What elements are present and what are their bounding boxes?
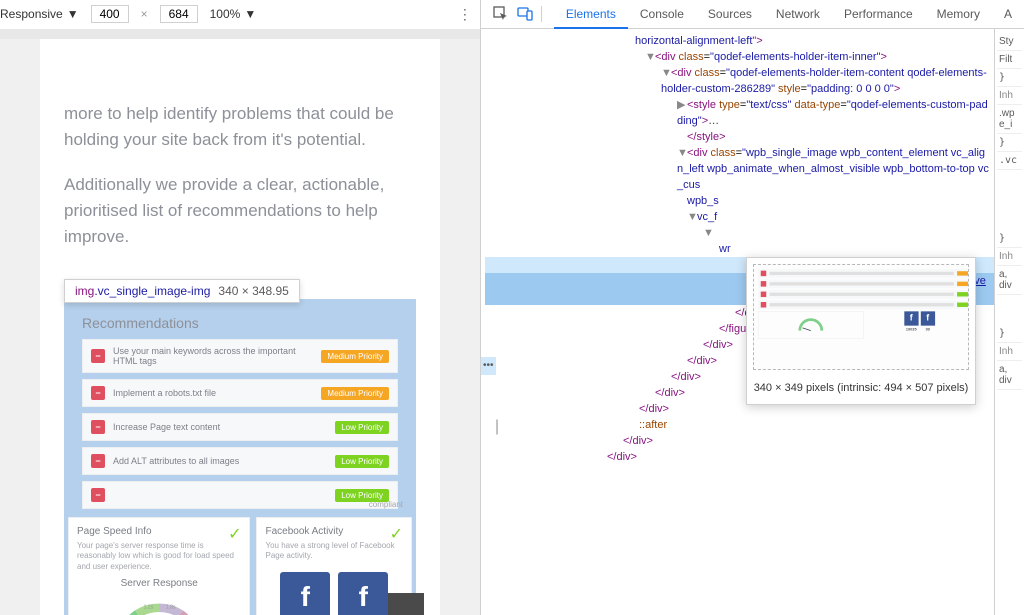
styles-panel[interactable]: Sty Filt } Inh .wpe_i } .vc } Inh a,div … [994, 29, 1024, 615]
more-options-icon[interactable]: ⋮ [458, 6, 470, 23]
breakpoint-gutter-icon[interactable]: ••• [481, 357, 496, 375]
minus-icon: − [91, 488, 105, 502]
chevron-down-icon: ▼ [244, 7, 256, 21]
page-body-text: more to help identify problems that coul… [64, 101, 416, 251]
device-select[interactable]: Responsive ▼ [0, 7, 79, 21]
tab-elements[interactable]: Elements [554, 0, 628, 29]
page-speed-card: ✓ Page Speed Info Your page's server res… [68, 517, 250, 615]
dimension-separator: × [141, 7, 148, 21]
devtools-tabs: Elements Console Sources Network Perform… [554, 0, 1024, 29]
minus-icon: − [91, 420, 105, 434]
divider [541, 6, 542, 22]
devtools-panel: ••• horizontal-alignment-left"> ▼<div cl… [480, 29, 1024, 615]
viewport-width-input[interactable] [91, 5, 129, 23]
viewport-ruler [0, 29, 480, 39]
tab-network[interactable]: Network [764, 0, 832, 29]
tab-sources[interactable]: Sources [696, 0, 764, 29]
device-toolbar: Responsive ▼ × 100% ▼ ⋮ [0, 0, 480, 29]
recommendations-heading: Recommendations [64, 299, 416, 339]
image-thumbnail: f19035 f99 [753, 264, 969, 370]
facebook-icon: f [338, 572, 388, 615]
page-frame: more to help identify problems that coul… [40, 39, 440, 615]
devtools-toolbar: Elements Console Sources Network Perform… [480, 0, 1024, 29]
minus-icon: − [91, 349, 105, 363]
facebook-icon: f [280, 572, 330, 615]
scroll-to-top-button[interactable] [388, 593, 424, 615]
tab-console[interactable]: Console [628, 0, 696, 29]
recommendation-row: −Implement a robots.txt fileMedium Prior… [82, 379, 398, 407]
check-icon: ✓ [228, 524, 241, 544]
styles-filter[interactable]: Filt [997, 51, 1022, 69]
svg-text:1.2s: 1.2s [144, 605, 154, 611]
recommendations-card: Recommendations −Use your main keywords … [64, 299, 416, 615]
tab-more[interactable]: A [992, 0, 1024, 29]
dom-tree[interactable]: ••• horizontal-alignment-left"> ▼<div cl… [481, 29, 994, 615]
image-dimensions-caption: 340 × 349 pixels (intrinsic: 494 × 507 p… [747, 376, 975, 404]
chevron-down-icon: ▼ [67, 7, 79, 21]
inspected-image[interactable]: img.vc_single_image-img 340 × 348.95 Rec… [64, 299, 416, 615]
inspect-element-icon[interactable] [489, 2, 513, 26]
minus-icon: − [91, 386, 105, 400]
recommendation-row: −Use your main keywords across the impor… [82, 339, 398, 373]
device-mode-icon[interactable] [513, 2, 537, 26]
svg-text:1.8s: 1.8s [166, 605, 176, 611]
check-icon: ✓ [390, 524, 403, 544]
tab-performance[interactable]: Performance [832, 0, 925, 29]
minus-icon: − [91, 454, 105, 468]
image-preview-popover: f19035 f99 340 × 349 pixels (intrinsic: … [746, 257, 976, 405]
viewport-height-input[interactable] [160, 5, 198, 23]
element-inspect-tooltip: img.vc_single_image-img 340 × 348.95 [64, 279, 300, 303]
recommendation-row: −Increase Page text contentLow Priority [82, 413, 398, 441]
tab-memory[interactable]: Memory [925, 0, 992, 29]
gauge-chart: 0.08s 0s 0.6s 1.2s 1.8s 2.4s 3.0s [77, 595, 241, 615]
zoom-select[interactable]: 100% ▼ [210, 7, 257, 21]
responsive-viewport: more to help identify problems that coul… [0, 29, 480, 615]
recommendation-row: −Low Priority [82, 481, 398, 509]
recommendation-row: −Add ALT attributes to all imagesLow Pri… [82, 447, 398, 475]
styles-tab[interactable]: Sty [997, 33, 1022, 51]
